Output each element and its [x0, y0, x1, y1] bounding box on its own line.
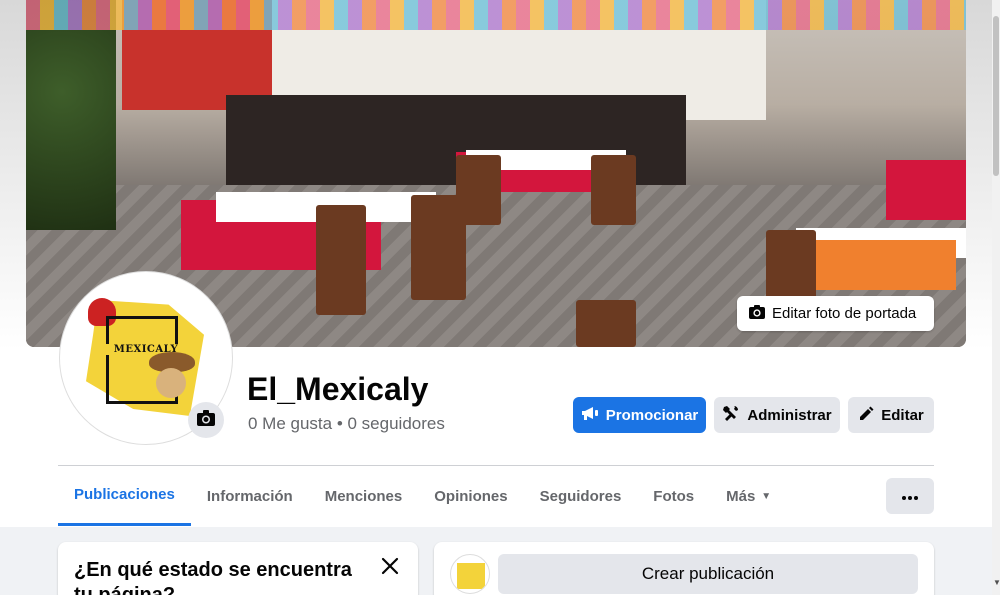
scroll-down-arrow-icon[interactable]: ▼ — [993, 578, 1000, 587]
tab-publicaciones[interactable]: Publicaciones — [58, 466, 191, 526]
page-tabs: Publicaciones Información Menciones Opin… — [58, 466, 787, 526]
tab-informacion[interactable]: Información — [191, 466, 309, 526]
page-status-title: ¿En qué estado se encuentra tu página? — [74, 559, 352, 595]
avatar[interactable] — [450, 554, 490, 594]
tab-mas[interactable]: Más ▼ — [710, 466, 787, 526]
avatar-mascot-face — [156, 368, 186, 398]
tab-opiniones[interactable]: Opiniones — [418, 466, 523, 526]
more-options-button[interactable] — [886, 478, 934, 514]
ellipsis-icon — [902, 487, 918, 505]
tab-menciones[interactable]: Menciones — [309, 466, 419, 526]
close-icon — [381, 557, 399, 580]
update-avatar-button[interactable] — [188, 402, 224, 438]
edit-cover-photo-button[interactable]: Editar foto de portada — [737, 296, 934, 331]
cover-chair — [456, 155, 501, 225]
cover-chair — [316, 205, 366, 315]
camera-icon — [748, 304, 766, 324]
promote-label: Promocionar — [605, 406, 699, 424]
caret-down-icon: ▼ — [761, 490, 772, 502]
tab-seguidores[interactable]: Seguidores — [524, 466, 638, 526]
page-stats: 0 Me gusta • 0 seguidores — [248, 414, 445, 433]
tab-mas-label: Más — [726, 487, 756, 505]
cover-table-cloth — [886, 160, 966, 220]
manage-label: Administrar — [747, 406, 832, 424]
avatar-logo-map — [457, 563, 485, 589]
page-title: El_Mexicaly — [247, 371, 429, 407]
close-status-card-button[interactable] — [376, 554, 404, 582]
edit-cover-label: Editar foto de portada — [772, 305, 917, 322]
cover-chair — [576, 300, 636, 347]
cover-table-cloth — [806, 240, 956, 290]
cover-chair — [591, 155, 636, 225]
cover-plants — [26, 0, 116, 230]
promote-button[interactable]: Promocionar — [573, 397, 706, 433]
edit-label: Editar — [881, 406, 924, 424]
manage-button[interactable]: Administrar — [714, 397, 840, 433]
cover-papel-picado — [26, 0, 966, 30]
tab-fotos[interactable]: Fotos — [637, 466, 710, 526]
megaphone-icon — [581, 405, 599, 425]
pencil-icon — [858, 405, 874, 425]
create-post-card: Crear publicación — [434, 542, 934, 595]
scrollbar-thumb[interactable] — [993, 16, 999, 176]
edit-button[interactable]: Editar — [848, 397, 934, 433]
tools-icon — [722, 404, 740, 426]
create-post-button[interactable]: Crear publicación — [498, 554, 918, 594]
camera-icon — [196, 409, 216, 432]
page-status-card: ¿En qué estado se encuentra tu página? — [58, 542, 418, 595]
